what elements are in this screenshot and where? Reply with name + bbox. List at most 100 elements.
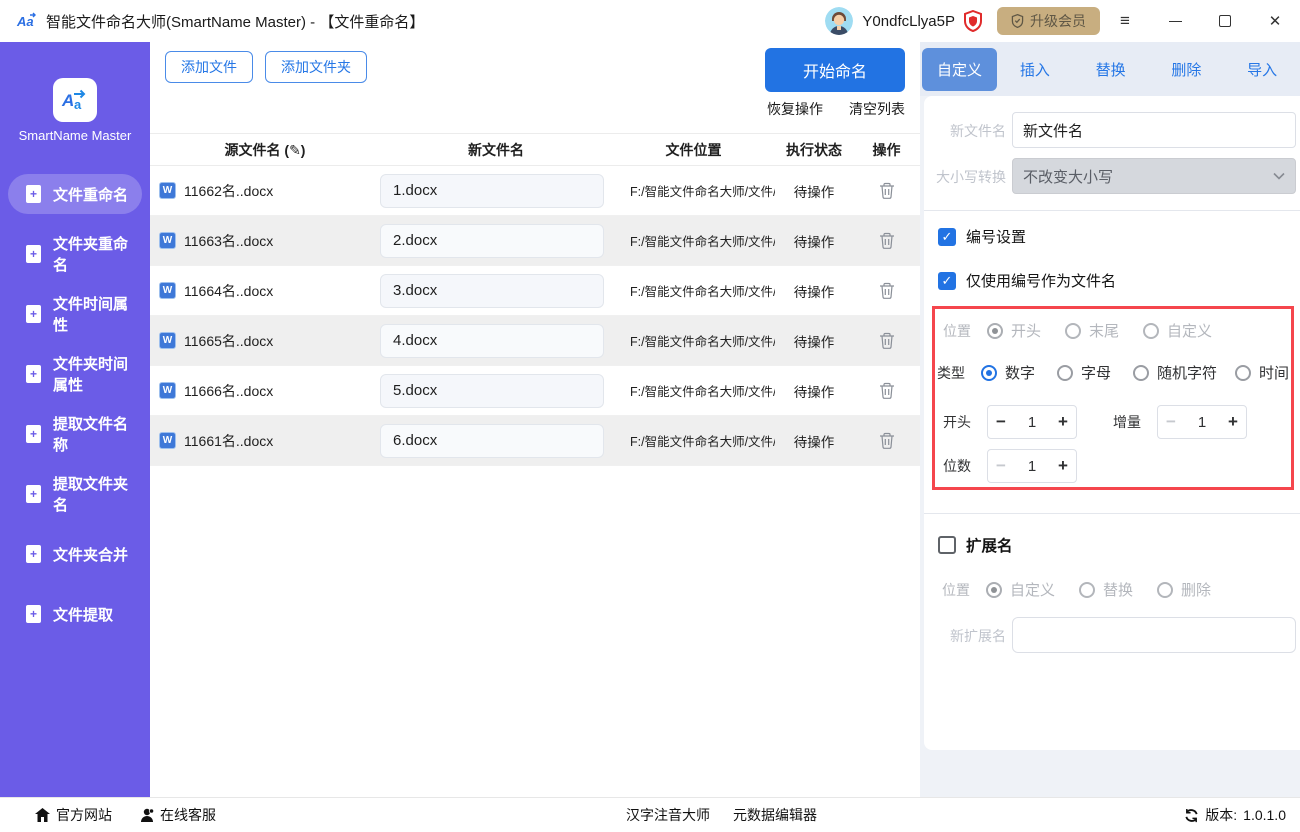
plus-button[interactable]: +	[1050, 412, 1076, 432]
trash-icon	[879, 382, 894, 399]
file-plus-icon	[26, 605, 41, 623]
minus-button[interactable]: −	[988, 456, 1014, 476]
minus-button[interactable]: −	[988, 412, 1014, 432]
sidebar-item-folder-time[interactable]: 文件夹时间属性	[8, 354, 142, 394]
add-file-button[interactable]: 添加文件	[165, 51, 253, 83]
sidebar-item-folder-rename[interactable]: 文件夹重命名	[8, 234, 142, 274]
delete-row-button[interactable]	[853, 282, 920, 299]
tab-import[interactable]: 导入	[1224, 59, 1300, 80]
maximize-button[interactable]	[1200, 0, 1250, 42]
radio-ext-custom[interactable]: 自定义	[986, 579, 1055, 600]
online-support-link[interactable]: 在线客服	[140, 798, 216, 832]
radio-position-start[interactable]: 开头	[987, 320, 1041, 341]
delete-row-button[interactable]	[853, 232, 920, 249]
new-filename-input[interactable]	[380, 273, 604, 308]
trash-icon	[879, 282, 894, 299]
source-filename: 11666名..docx	[184, 382, 274, 399]
ext-position-row: 位置 自定义 替换 删除	[942, 579, 1235, 600]
vip-shield-icon	[963, 10, 983, 32]
radio-type-time[interactable]: 时间	[1235, 362, 1289, 383]
restore-action-link[interactable]: 恢复操作	[767, 99, 823, 119]
radio-position-end[interactable]: 末尾	[1065, 320, 1119, 341]
new-filename-input[interactable]	[380, 323, 604, 358]
new-extension-field[interactable]	[1012, 617, 1296, 653]
col-new-filename: 新文件名	[468, 141, 524, 158]
table-row: W 11663名..docx F:/智能文件命名大师/文件/1 待操作	[150, 216, 920, 266]
new-filename-input[interactable]	[380, 223, 604, 258]
home-icon	[35, 808, 50, 822]
minus-button[interactable]: −	[1158, 412, 1184, 432]
tab-replace[interactable]: 替换	[1073, 59, 1149, 80]
version-label: 版本:	[1205, 807, 1238, 823]
tab-delete[interactable]: 删除	[1149, 59, 1225, 80]
position-label: 位置	[943, 322, 971, 339]
tab-custom[interactable]: 自定义	[922, 47, 997, 91]
source-filename: 11664名..docx	[184, 282, 274, 299]
file-location: F:/智能文件命名大师/文件/1	[630, 435, 775, 449]
metadata-editor-link[interactable]: 元数据编辑器	[733, 798, 817, 832]
status-label: 待操作	[793, 234, 835, 250]
file-location: F:/智能文件命名大师/文件/1	[630, 335, 775, 349]
radio-icon	[1143, 322, 1160, 339]
status-label: 待操作	[793, 434, 835, 450]
trash-icon	[879, 432, 894, 449]
menu-button[interactable]: ≡	[1100, 0, 1150, 42]
official-website-link[interactable]: 官方网站	[35, 798, 112, 832]
tab-insert[interactable]: 插入	[997, 59, 1073, 80]
sidebar-item-extract-foldername[interactable]: 提取文件夹名	[8, 474, 142, 514]
sidebar-item-extract-filename[interactable]: 提取文件名称	[8, 414, 142, 454]
sidebar-item-file-rename[interactable]: 文件重命名	[8, 174, 142, 214]
radio-type-random[interactable]: 随机字符	[1133, 362, 1217, 383]
close-button[interactable]: ✕	[1250, 0, 1300, 42]
delete-row-button[interactable]	[853, 382, 920, 399]
file-plus-icon	[26, 545, 41, 563]
sidebar-item-folder-merge[interactable]: 文件夹合并	[8, 534, 142, 574]
delete-row-button[interactable]	[853, 332, 920, 349]
table-row: W 11665名..docx F:/智能文件命名大师/文件/1 待操作	[150, 316, 920, 366]
radio-ext-delete[interactable]: 删除	[1157, 579, 1211, 600]
main-area: 添加文件 添加文件夹 开始命名 恢复操作 清空列表 源文件名 (✎) 新文件名 …	[150, 42, 920, 797]
sidebar-item-file-extract[interactable]: 文件提取	[8, 594, 142, 634]
sidebar-item-file-time[interactable]: 文件时间属性	[8, 294, 142, 334]
table-header: 源文件名 (✎) 新文件名 文件位置 执行状态 操作	[150, 133, 920, 166]
table-row: W 11662名..docx F:/智能文件命名大师/文件/1 待操作	[150, 166, 920, 216]
col-actions: 操作	[872, 141, 901, 158]
extension-checkbox[interactable]: 扩展名	[938, 534, 1013, 556]
clear-list-link[interactable]: 清空列表	[849, 99, 905, 119]
window-title: 智能文件命名大师(SmartName Master) - 【文件重命名】	[46, 13, 425, 31]
delete-row-button[interactable]	[853, 432, 920, 449]
status-label: 待操作	[793, 184, 835, 200]
radio-type-letter[interactable]: 字母	[1057, 362, 1111, 383]
radio-position-custom[interactable]: 自定义	[1143, 320, 1212, 341]
plus-button[interactable]: +	[1050, 456, 1076, 476]
add-folder-button[interactable]: 添加文件夹	[265, 51, 367, 83]
plus-button[interactable]: +	[1220, 412, 1246, 432]
word-file-icon: W	[159, 332, 176, 349]
new-filename-input[interactable]	[380, 423, 604, 458]
minimize-button[interactable]	[1150, 0, 1200, 42]
svg-text:a: a	[74, 97, 82, 112]
radio-icon	[1065, 322, 1082, 339]
upgrade-vip-button[interactable]: 升级会员	[997, 7, 1100, 35]
new-filename-input[interactable]	[380, 373, 604, 408]
digits-stepper: − 1 +	[987, 449, 1077, 483]
start-rename-button[interactable]: 开始命名	[765, 48, 905, 92]
delete-row-button[interactable]	[853, 182, 920, 199]
new-filename-input[interactable]	[380, 173, 604, 208]
new-filename-field[interactable]	[1012, 112, 1296, 148]
radio-type-number[interactable]: 数字	[981, 362, 1035, 383]
source-filename: 11663名..docx	[184, 232, 274, 249]
numbering-checkbox[interactable]: ✓ 编号设置	[938, 226, 1026, 247]
panel-tabs: 自定义 插入 替换 删除 导入	[920, 42, 1300, 96]
settings-panel: 自定义 插入 替换 删除 导入 新文件名 大小写转换 不改变大小写 ✓ 编号设置…	[920, 42, 1300, 797]
source-filename: 11665名..docx	[184, 332, 274, 349]
case-convert-select[interactable]: 不改变大小写	[1012, 158, 1296, 194]
radio-ext-replace[interactable]: 替换	[1079, 579, 1133, 600]
digits-value: 1	[1027, 457, 1037, 475]
user-avatar[interactable]	[825, 7, 854, 35]
file-plus-icon	[26, 245, 41, 263]
only-numbering-checkbox[interactable]: ✓ 仅使用编号作为文件名	[938, 270, 1116, 291]
numbering-settings-highlight: 位置 开头 末尾 自定义 类型 数字 字母 随机字符 时间 开头 − 1 + 增…	[932, 306, 1294, 490]
version-number: 1.0.1.0	[1243, 807, 1286, 823]
pinyin-master-link[interactable]: 汉字注音大师	[626, 798, 710, 832]
